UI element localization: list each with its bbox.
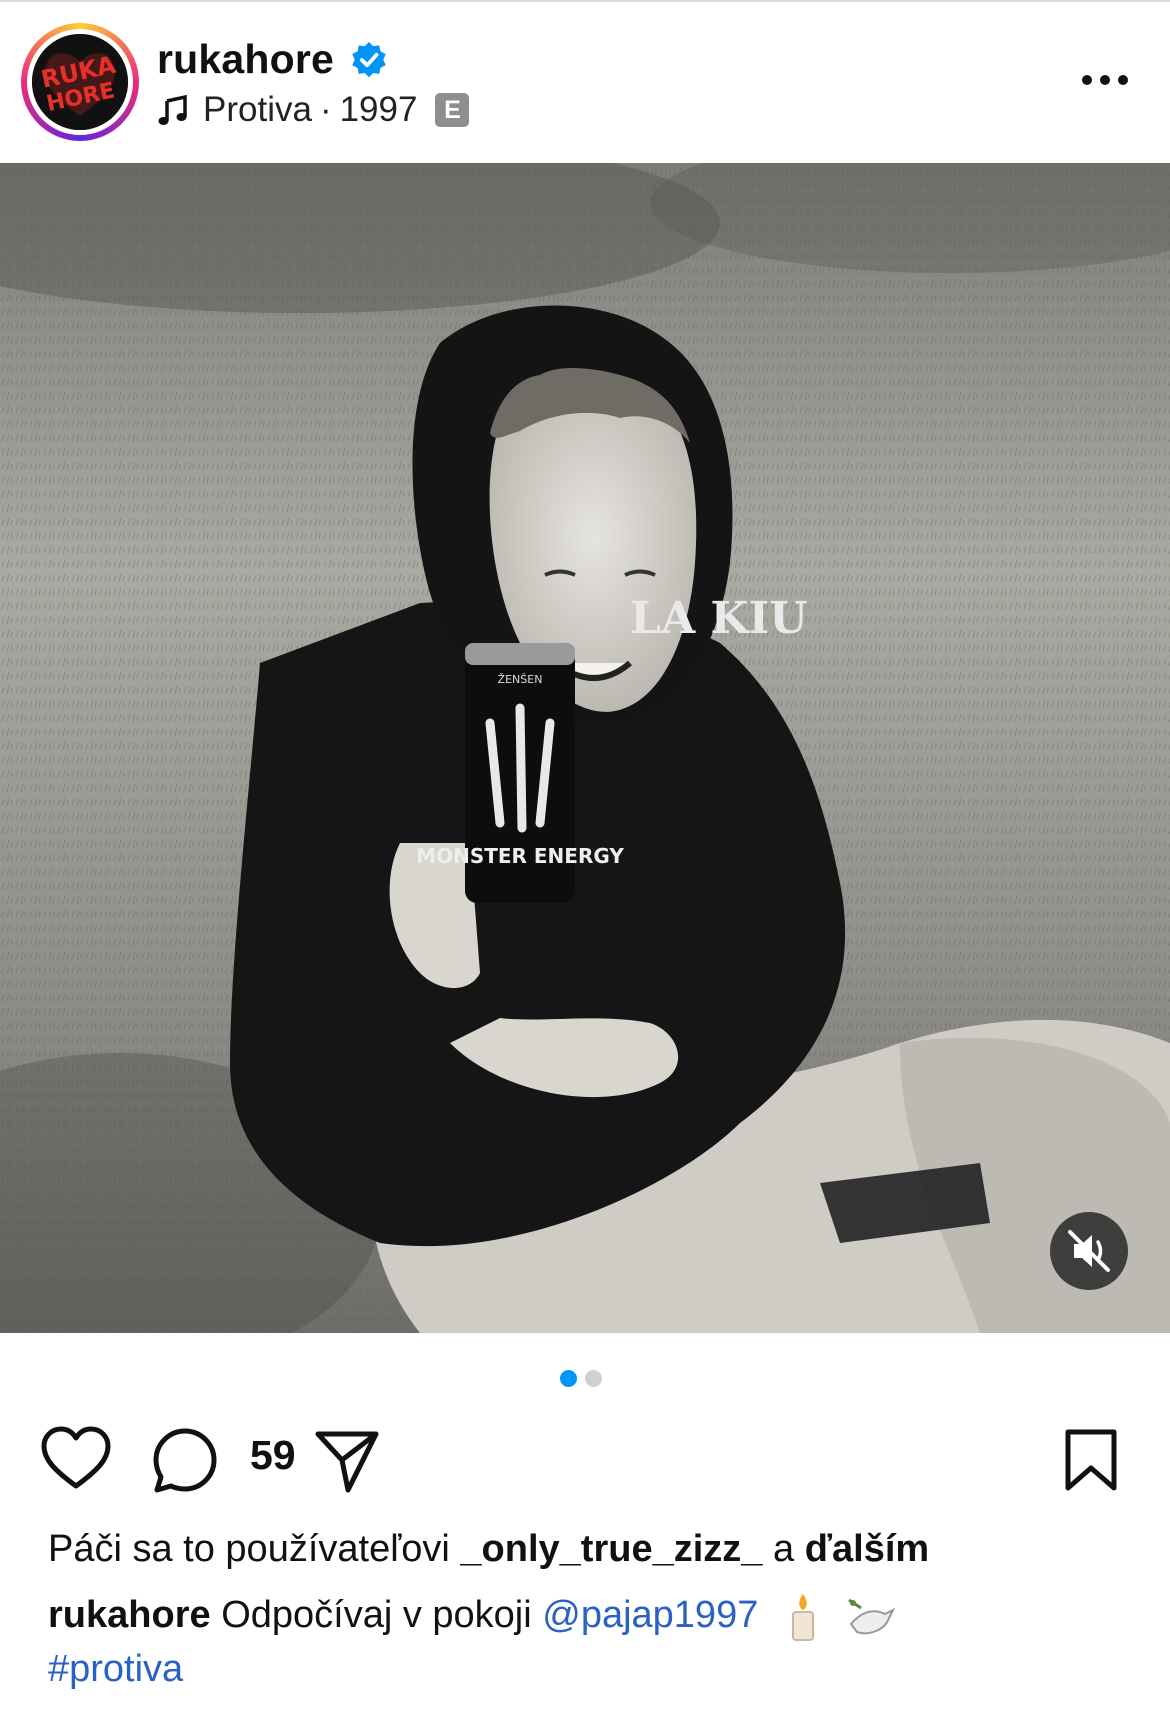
comment-bubble-icon[interactable]: [150, 1426, 220, 1496]
post-photo[interactable]: MONSTER ENERGY ŽENŠEN LA KIU: [0, 163, 1170, 1333]
caption-hashtag[interactable]: #protiva: [48, 1648, 183, 1690]
music-note-icon: [158, 94, 187, 125]
song-title: Protiva: [203, 90, 312, 129]
carousel-dot: [585, 1370, 602, 1387]
mute-toggle[interactable]: [1050, 1212, 1128, 1290]
username[interactable]: rukahore: [157, 36, 334, 83]
hoodie-print-text: LA KIU: [630, 593, 808, 644]
can-brand-text: MONSTER ENERGY: [416, 844, 624, 868]
likes-prefix: Páči sa to používateľovi: [48, 1528, 450, 1570]
story-ring[interactable]: RUKA HORE: [21, 23, 139, 141]
audio-row[interactable]: Protiva · 1997 E: [157, 88, 470, 132]
avatar[interactable]: RUKA HORE: [32, 34, 128, 130]
dove-icon: [848, 1598, 896, 1635]
likes-middle: a: [772, 1528, 795, 1570]
post-caption: rukahore Odpočívaj v pokoji @pajap1997 #…: [48, 1588, 1128, 1696]
song-separator: ·: [319, 90, 332, 129]
post-header: RUKA HORE rukahore Protiva · 1997 E: [0, 0, 1170, 163]
bookmark-save-icon[interactable]: [1062, 1428, 1120, 1494]
action-bar: 59: [0, 1420, 1170, 1500]
comment-count[interactable]: 59: [250, 1432, 296, 1479]
song-year: 1997: [339, 90, 418, 129]
more-options-icon[interactable]: [1075, 62, 1135, 98]
caption-username[interactable]: rukahore: [48, 1594, 211, 1636]
explicit-badge: E: [435, 93, 470, 127]
like-heart-icon[interactable]: [40, 1426, 112, 1492]
candle-icon: [791, 1593, 814, 1641]
can-top-text: ŽENŠEN: [498, 673, 543, 686]
verified-badge-icon: [352, 41, 386, 78]
liked-by-user[interactable]: _only_true_zizz_: [460, 1528, 762, 1570]
likes-summary[interactable]: Páči sa to používateľovi _only_true_zizz…: [48, 1528, 929, 1571]
liked-by-others[interactable]: ďalším: [805, 1528, 929, 1570]
speaker-muted-icon: [1068, 1230, 1110, 1272]
share-send-icon[interactable]: [312, 1426, 382, 1496]
caption-mention[interactable]: @pajap1997: [542, 1594, 758, 1636]
carousel-indicator: [560, 1370, 602, 1387]
caption-text: Odpočívaj v pokoji: [221, 1594, 532, 1636]
carousel-dot-active: [560, 1370, 577, 1387]
